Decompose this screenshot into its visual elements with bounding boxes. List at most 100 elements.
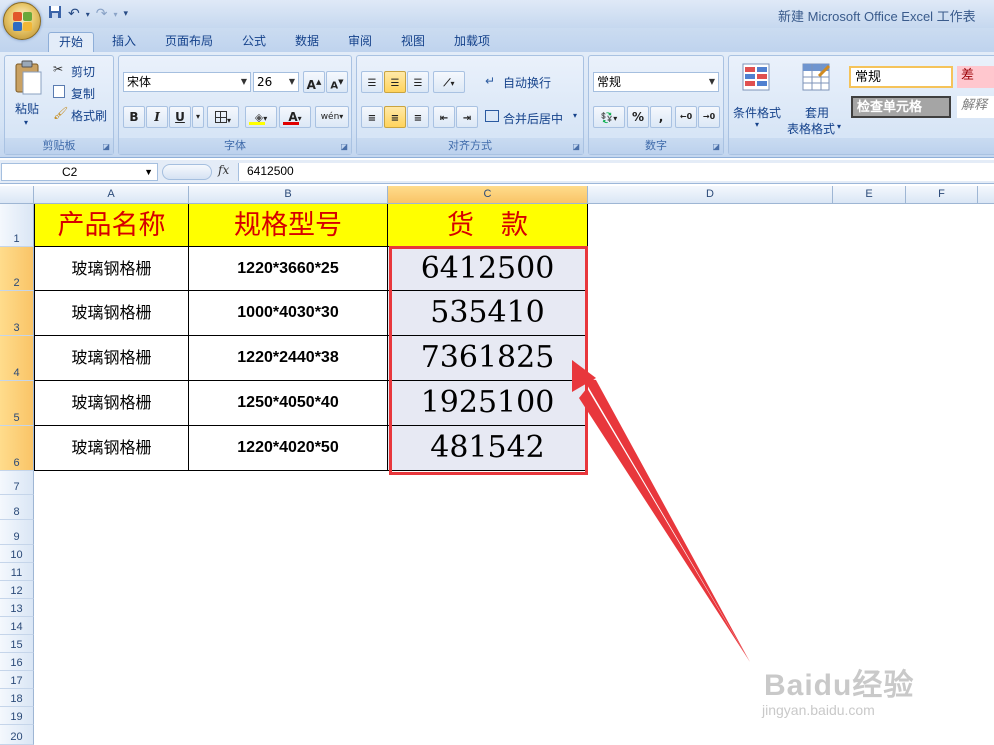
row-header-7[interactable]: 7 xyxy=(0,471,34,495)
cell-c6[interactable]: 481542 xyxy=(388,426,588,471)
italic-button[interactable]: I xyxy=(146,106,168,128)
increase-indent-button[interactable]: ⇥ xyxy=(456,106,478,128)
row-header-15[interactable]: 15 xyxy=(0,635,34,653)
row-header-11[interactable]: 11 xyxy=(0,563,34,581)
redo-icon[interactable]: ↷ xyxy=(96,6,108,22)
increase-decimal-button[interactable]: ←0 xyxy=(675,106,697,128)
tab-review[interactable]: 审阅 xyxy=(340,32,380,52)
number-format-select[interactable]: 常规 ▼ xyxy=(593,72,719,92)
cell-b5[interactable]: 1250*4050*40 xyxy=(189,381,388,426)
select-all-corner[interactable] xyxy=(0,186,34,204)
fill-color-button[interactable]: ◈▾ xyxy=(245,106,277,128)
row-header-18[interactable]: 18 xyxy=(0,689,34,707)
formula-bar-expander-icon[interactable] xyxy=(162,164,212,180)
row-header-2[interactable]: 2 xyxy=(0,247,34,291)
column-header-a[interactable]: A xyxy=(34,186,189,204)
copy-button[interactable]: 复制 xyxy=(53,84,113,102)
column-header-g[interactable] xyxy=(978,186,994,204)
name-box-dropdown-icon[interactable]: ▼ xyxy=(144,164,153,180)
tab-insert[interactable]: 插入 xyxy=(104,32,144,52)
cell-a5[interactable]: 玻璃钢格栅 xyxy=(34,381,189,426)
align-center-button[interactable]: ≡ xyxy=(384,106,406,128)
name-box[interactable]: C2 ▼ xyxy=(1,163,158,181)
row-header-5[interactable]: 5 xyxy=(0,381,34,426)
row-header-16[interactable]: 16 xyxy=(0,653,34,671)
column-header-b[interactable]: B xyxy=(189,186,388,204)
save-icon[interactable] xyxy=(48,5,62,23)
cell-c2[interactable]: 6412500 xyxy=(388,247,588,291)
shrink-font-button[interactable]: A▼ xyxy=(326,71,348,93)
cell-b6[interactable]: 1220*4020*50 xyxy=(189,426,388,471)
borders-button[interactable]: ▾ xyxy=(207,106,239,128)
orientation-button[interactable]: ⟋▾ xyxy=(433,71,465,93)
undo-dropdown-icon[interactable]: ▾ xyxy=(86,10,90,19)
cell-c5[interactable]: 1925100 xyxy=(388,381,588,426)
tab-page-layout[interactable]: 页面布局 xyxy=(158,32,220,52)
row-header-9[interactable]: 9 xyxy=(0,520,34,545)
paste-button[interactable]: 粘贴 ▾ xyxy=(9,60,47,132)
currency-button[interactable]: 💱▾ xyxy=(593,106,625,128)
tab-data[interactable]: 数据 xyxy=(287,32,327,52)
row-header-13[interactable]: 13 xyxy=(0,599,34,617)
font-launcher-icon[interactable]: ◪ xyxy=(340,142,348,151)
style-bad[interactable]: 差 xyxy=(957,66,994,88)
comma-button[interactable]: , xyxy=(650,106,672,128)
style-normal[interactable]: 常规 xyxy=(849,66,953,88)
cell-a2[interactable]: 玻璃钢格栅 xyxy=(34,247,189,291)
align-bottom-button[interactable]: ☰ xyxy=(407,71,429,93)
row-header-4[interactable]: 4 xyxy=(0,336,34,381)
conditional-format-button[interactable]: 条件格式 ▾ xyxy=(731,60,785,132)
row-header-12[interactable]: 12 xyxy=(0,581,34,599)
cell-b2[interactable]: 1220*3660*25 xyxy=(189,247,388,291)
align-top-button[interactable]: ☰ xyxy=(361,71,383,93)
row-header-14[interactable]: 14 xyxy=(0,617,34,635)
cut-button[interactable]: ✂ 剪切 xyxy=(53,62,113,80)
cell-a4[interactable]: 玻璃钢格栅 xyxy=(34,336,189,381)
customize-qat-icon[interactable]: ▾ xyxy=(124,9,129,19)
style-explanatory[interactable]: 解释 xyxy=(957,96,994,118)
column-header-c[interactable]: C xyxy=(388,186,588,204)
wrap-text-button[interactable]: ↵ 自动换行 xyxy=(485,72,581,92)
cell-b3[interactable]: 1000*4030*30 xyxy=(189,291,388,336)
number-launcher-icon[interactable]: ◪ xyxy=(712,142,720,151)
cell-a6[interactable]: 玻璃钢格栅 xyxy=(34,426,189,471)
align-left-button[interactable]: ≡ xyxy=(361,106,383,128)
font-color-button[interactable]: A▾ xyxy=(279,106,311,128)
row-header-17[interactable]: 17 xyxy=(0,671,34,689)
row-header-3[interactable]: 3 xyxy=(0,291,34,336)
redo-dropdown-icon[interactable]: ▾ xyxy=(113,10,117,19)
formula-input[interactable]: 6412500 xyxy=(238,163,994,181)
align-right-button[interactable]: ≡ xyxy=(407,106,429,128)
percent-button[interactable]: % xyxy=(627,106,649,128)
format-as-table-button[interactable]: 套用 表格格式 ▾ xyxy=(787,60,847,136)
cell-b1[interactable]: 规格型号 xyxy=(189,204,388,247)
undo-icon[interactable]: ↶ xyxy=(68,6,80,22)
decrease-indent-button[interactable]: ⇤ xyxy=(433,106,455,128)
tab-view[interactable]: 视图 xyxy=(393,32,433,52)
cell-a1[interactable]: 产品名称 xyxy=(34,204,189,247)
cell-a3[interactable]: 玻璃钢格栅 xyxy=(34,291,189,336)
tab-formulas[interactable]: 公式 xyxy=(234,32,274,52)
tab-home[interactable]: 开始 xyxy=(48,32,94,52)
grow-font-button[interactable]: A▲ xyxy=(303,71,325,93)
font-name-select[interactable]: 宋体 ▼ xyxy=(123,72,251,92)
font-size-select[interactable]: 26 ▼ xyxy=(253,72,299,92)
column-header-e[interactable]: E xyxy=(833,186,906,204)
insert-function-icon[interactable]: fx xyxy=(218,163,229,177)
decrease-decimal-button[interactable]: →0 xyxy=(698,106,720,128)
style-check-cell[interactable]: 检查单元格 xyxy=(851,96,951,118)
row-header-19[interactable]: 19 xyxy=(0,707,34,725)
column-header-d[interactable]: D xyxy=(588,186,833,204)
phonetic-button[interactable]: wén▾ xyxy=(315,106,349,128)
cell-c3[interactable]: 535410 xyxy=(388,291,588,336)
cell-b4[interactable]: 1220*2440*38 xyxy=(189,336,388,381)
row-header-6[interactable]: 6 xyxy=(0,426,34,471)
row-header-10[interactable]: 10 xyxy=(0,545,34,563)
cell-c1[interactable]: 货 款 xyxy=(388,204,588,247)
row-header-1[interactable]: 1 xyxy=(0,204,34,247)
cell-c4[interactable]: 7361825 xyxy=(388,336,588,381)
tab-addins[interactable]: 加载项 xyxy=(446,32,498,52)
align-middle-button[interactable]: ☰ xyxy=(384,71,406,93)
row-header-20[interactable]: 20 xyxy=(0,725,34,745)
merge-center-button[interactable]: 合并后居中 ▾ xyxy=(485,108,583,128)
